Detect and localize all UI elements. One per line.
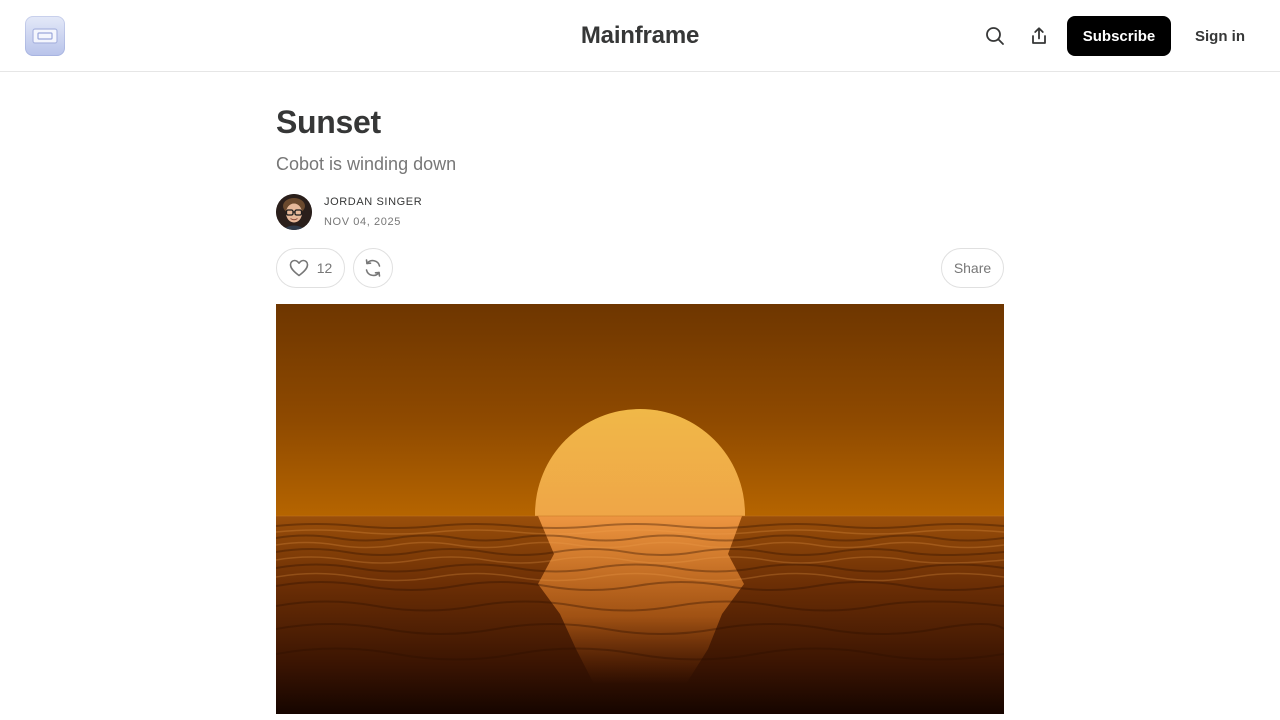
post-subtitle: Cobot is winding down	[276, 154, 457, 174]
post-title: Sunset	[276, 104, 381, 140]
sign-in-button[interactable]: Sign in	[1188, 16, 1252, 56]
hero-image-sunset[interactable]	[276, 304, 1004, 714]
restack-button[interactable]	[353, 248, 393, 288]
restack-icon	[363, 258, 383, 278]
share-button[interactable]: Share	[941, 248, 1004, 288]
subscribe-button[interactable]: Subscribe	[1067, 16, 1171, 56]
upload-share-icon[interactable]	[1027, 24, 1051, 48]
top-navigation-bar: Mainframe Subscribe Sign in	[0, 0, 1280, 72]
post-date: NOV 04, 2025	[324, 216, 401, 228]
like-button[interactable]: 12	[276, 248, 345, 288]
author-name[interactable]: JORDAN SINGER	[324, 196, 422, 208]
like-count: 12	[316, 260, 333, 276]
search-icon[interactable]	[983, 24, 1007, 48]
heart-icon	[289, 259, 309, 277]
author-avatar[interactable]	[276, 194, 312, 230]
